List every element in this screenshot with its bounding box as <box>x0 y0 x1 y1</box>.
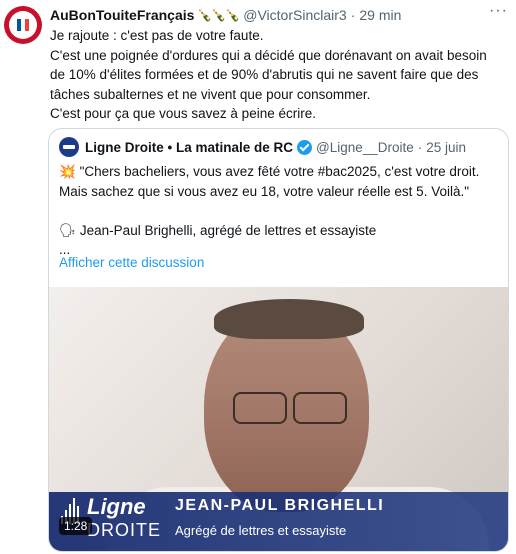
post-text-line: tâches subalternes et ne vivent que pour… <box>50 86 371 102</box>
channel-logo-subtext: DROITE <box>87 520 162 540</box>
post-text-line: de 10% d'élites formées et de 90% d'abru… <box>50 67 479 82</box>
show-thread-link[interactable]: Afficher cette discussion <box>59 255 204 270</box>
quoted-post-timestamp[interactable]: 25 juin <box>426 140 466 155</box>
post-text-line: Je rajoute : c'est pas de votre faute. <box>50 28 264 43</box>
separator-dot: · <box>350 7 356 23</box>
quoted-post[interactable]: Ligne Droite • La matinale de RC @Ligne_… <box>48 128 509 552</box>
video-subject-glasses <box>229 392 349 424</box>
quoted-post-text: 💥 "Chers bacheliers, vous avez fêté votr… <box>59 162 499 260</box>
post-text: Je rajoute : c'est pas de votre faute. C… <box>50 26 510 124</box>
video-duration-badge: 1:28 <box>59 517 93 535</box>
quoted-post-header: Ligne Droite • La matinale de RC @Ligne_… <box>59 137 466 157</box>
collision-emoji: 💥 <box>59 164 76 179</box>
post-text-line: C'est pour ça que vous savez à peine écr… <box>50 106 316 121</box>
verified-badge-icon <box>297 139 313 155</box>
quote-line: Jean-Paul Brighelli, agrégé de lettres e… <box>79 222 377 238</box>
author-name[interactable]: AuBonTouiteFrançais <box>50 5 194 25</box>
lower-third-name: JEAN-PAUL BRIGHELLI <box>175 497 385 514</box>
lower-third-role: Agrégé de lettres et essayiste <box>175 523 347 538</box>
speaking-head-emoji: 🗣 <box>59 222 77 238</box>
post-timestamp[interactable]: 29 min <box>359 5 401 25</box>
video-subject-hair <box>214 299 364 339</box>
post-header: AuBonTouiteFrançais 🍾🍾🍾 @VictorSinclair3… <box>50 5 506 25</box>
quoted-author-handle[interactable]: @Ligne__Droite <box>316 140 414 155</box>
quote-line: Mais sachez que si vous avez eu 18, votr… <box>59 183 470 199</box>
champagne-emoji: 🍾🍾🍾 <box>197 8 240 22</box>
quote-line: "Chers bacheliers, vous avez fêté votre … <box>79 164 480 179</box>
channel-logo-text: Ligne <box>87 494 146 519</box>
quoted-author-avatar[interactable] <box>59 137 79 157</box>
quoted-author-name[interactable]: Ligne Droite • La matinale de RC <box>85 140 293 155</box>
france-flag-icon <box>17 19 29 31</box>
author-handle[interactable]: @VictorSinclair3 <box>243 5 346 25</box>
video-player[interactable]: Ligne DROITE JEAN-PAUL BRIGHELLI Agrégé … <box>49 287 508 551</box>
separator-dot: · <box>417 139 423 155</box>
more-options-icon[interactable]: ··· <box>489 2 508 20</box>
author-avatar[interactable] <box>4 6 42 44</box>
post-text-line: C'est une poignée d'ordures qui a décidé… <box>50 47 487 63</box>
